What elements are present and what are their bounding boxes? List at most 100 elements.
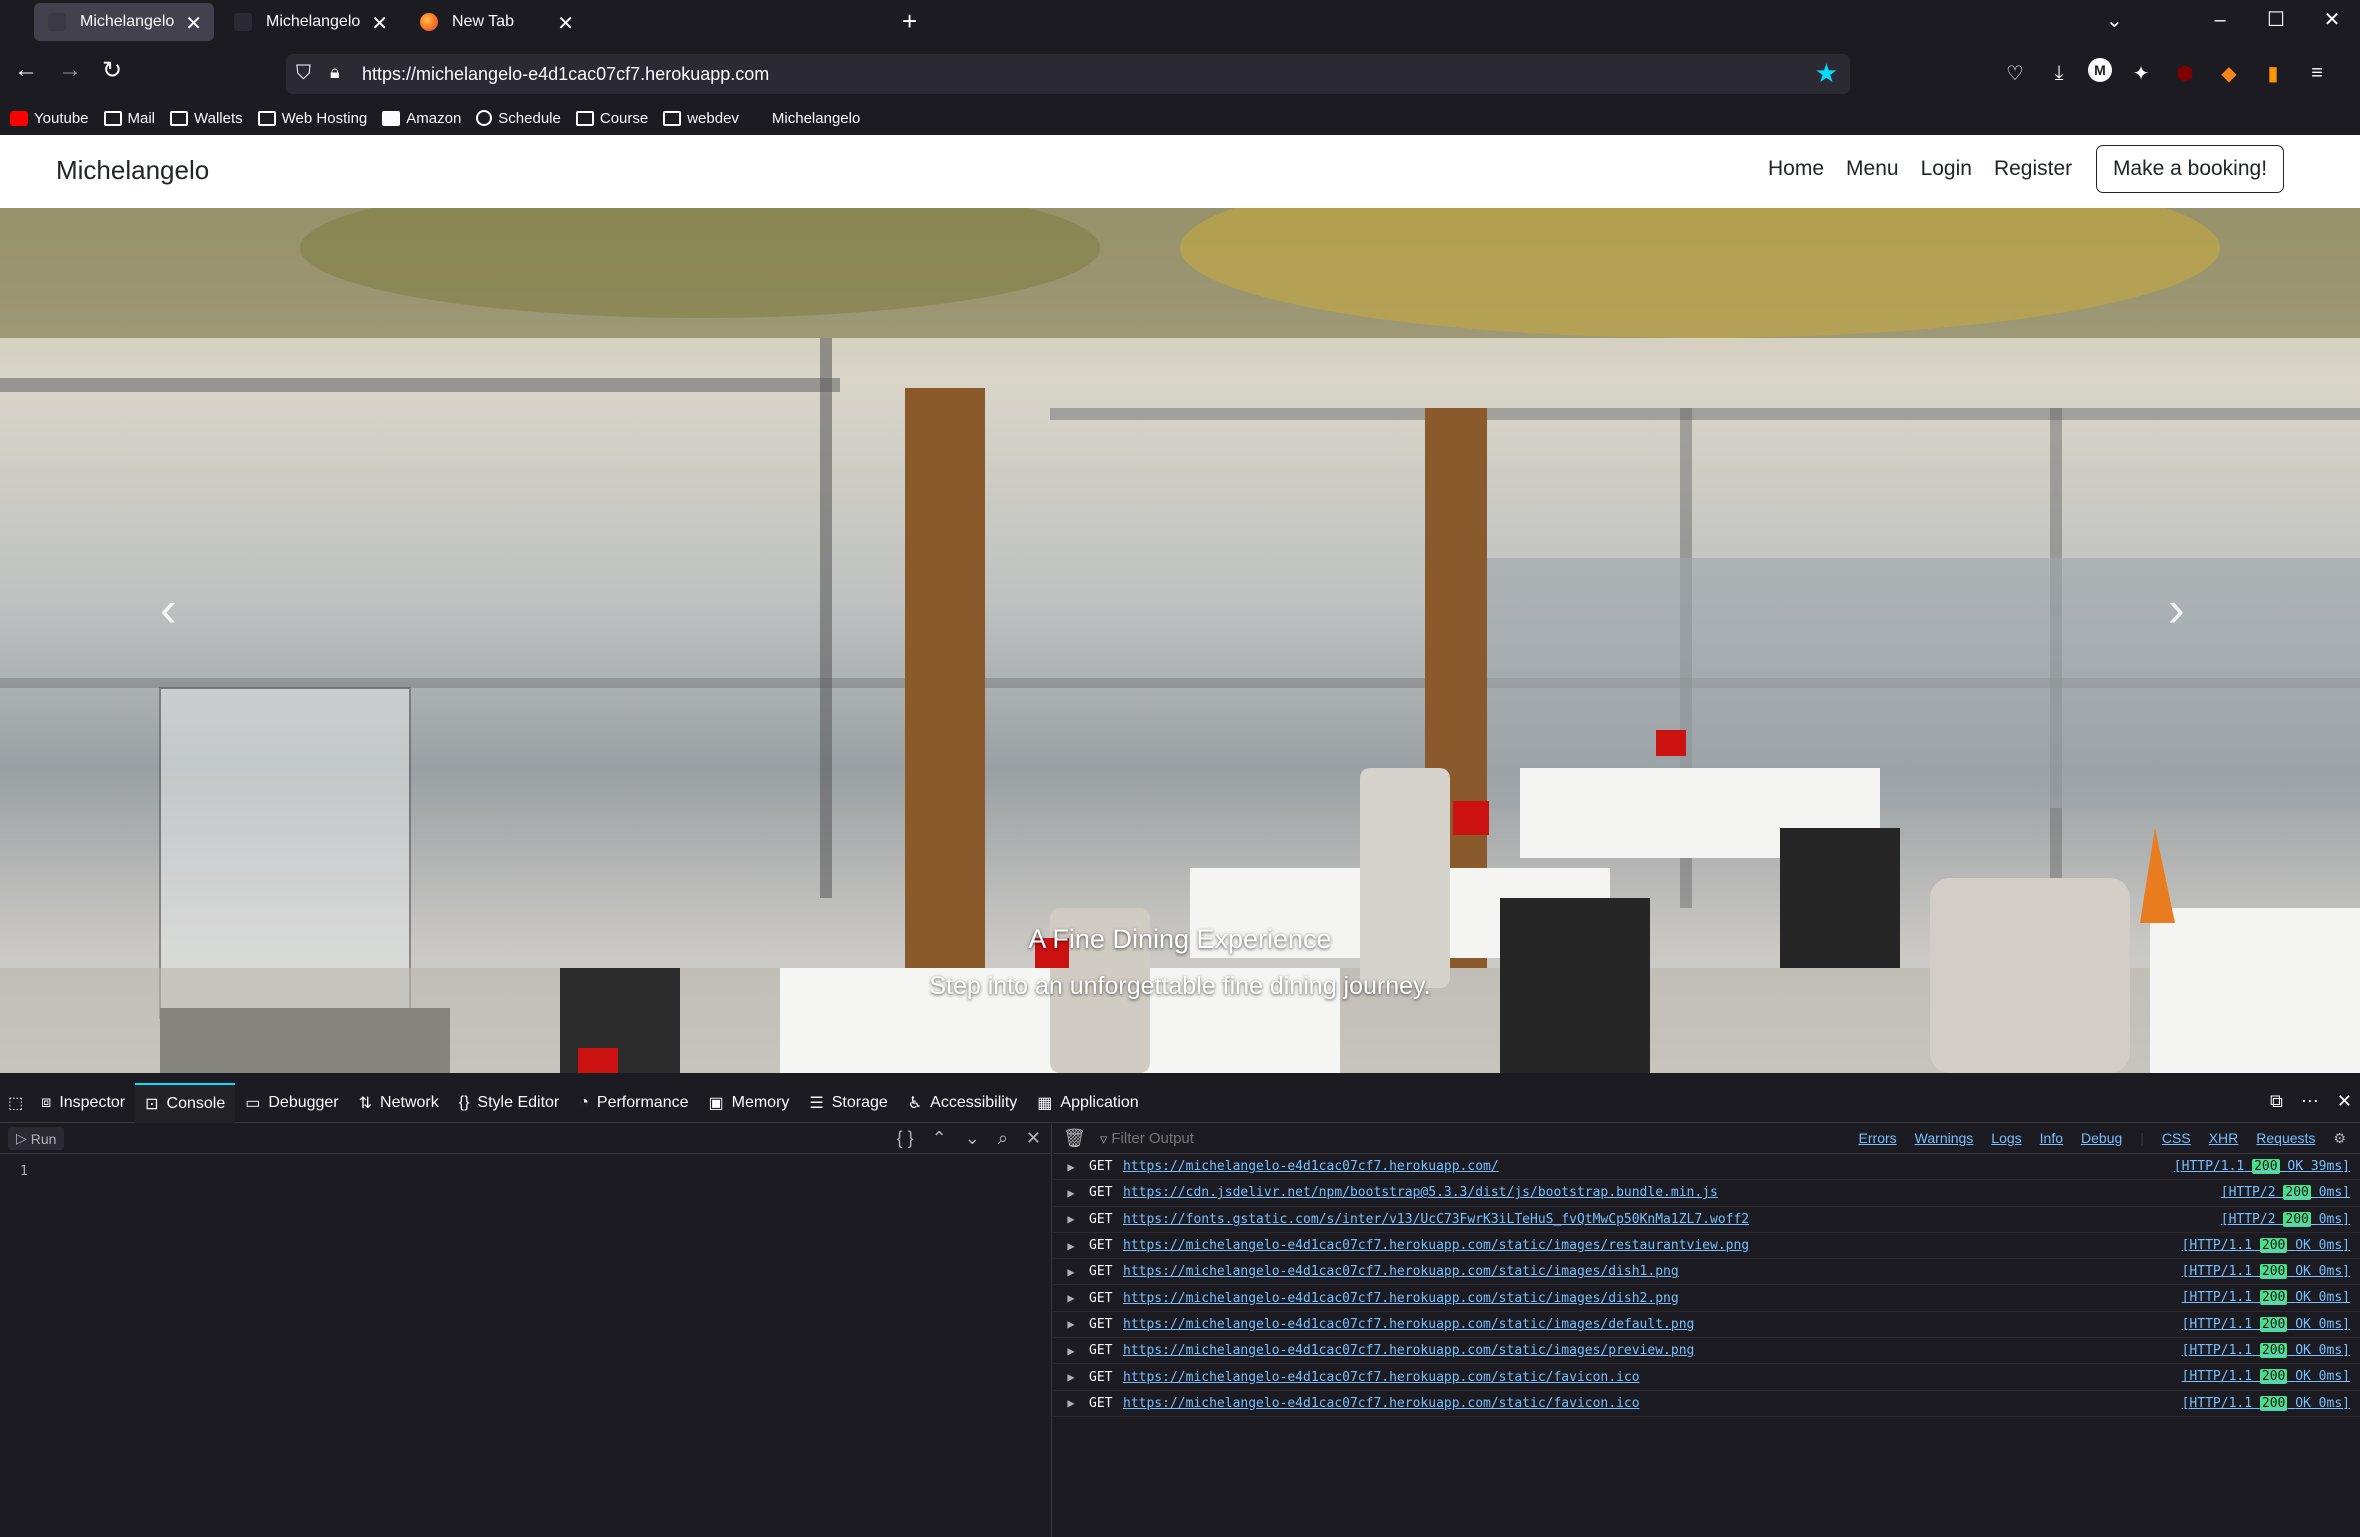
filter-errors[interactable]: Errors [1853, 1128, 1903, 1149]
close-icon[interactable]: ✕ [185, 11, 202, 36]
nav-login[interactable]: Login [1921, 157, 1972, 181]
url-bar[interactable]: ⛉ 🔒︎ https://michelangelo-e4d1cac07cf7.h… [286, 54, 1850, 94]
gear-icon[interactable]: ⚙ [2327, 1128, 2352, 1149]
more-options-icon[interactable]: ⋯ [2301, 1091, 2319, 1112]
history-up-icon[interactable]: ⌃ [932, 1128, 947, 1149]
extensions-icon[interactable]: ✦ [2126, 58, 2156, 88]
filter-warnings[interactable]: Warnings [1909, 1128, 1980, 1149]
tab-memory[interactable]: ▣ Memory [699, 1083, 800, 1123]
request-status[interactable]: [HTTP/1.1 200 OK 0ms] [2182, 1290, 2350, 1306]
metamask-icon[interactable]: ◆ [2214, 58, 2244, 88]
close-icon[interactable]: ✕ [371, 11, 388, 36]
nav-home[interactable]: Home [1768, 157, 1824, 181]
tab-new-tab[interactable]: New Tab ✕ [406, 3, 586, 41]
search-icon[interactable]: ⌕ [998, 1128, 1008, 1149]
expand-triangle-icon[interactable]: ▶ [1053, 1344, 1089, 1358]
request-status[interactable]: [HTTP/1.1 200 OK 0ms] [2182, 1343, 2350, 1359]
request-status[interactable]: [HTTP/1.1 200 OK 0ms] [2182, 1395, 2350, 1411]
filter-xhr[interactable]: XHR [2203, 1128, 2245, 1149]
tab-storage[interactable]: ☰ Storage [799, 1083, 897, 1123]
filter-debug[interactable]: Debug [2075, 1128, 2128, 1149]
tab-inspector[interactable]: ⧈ Inspector [31, 1083, 135, 1123]
close-icon[interactable]: ✕ [2337, 1091, 2352, 1112]
expand-triangle-icon[interactable]: ▶ [1053, 1212, 1089, 1226]
request-status[interactable]: [HTTP/1.1 200 OK 0ms] [2182, 1264, 2350, 1280]
request-status[interactable]: [HTTP/1.1 200 OK 0ms] [2182, 1237, 2350, 1253]
request-url[interactable]: https://michelangelo-e4d1cac07cf7.heroku… [1123, 1159, 1499, 1174]
request-status[interactable]: [HTTP/1.1 200 OK 39ms] [2174, 1159, 2350, 1174]
tab-michelangelo-active[interactable]: Michelangelo ✕ [34, 3, 214, 41]
lock-icon[interactable]: 🔒︎ [330, 62, 340, 83]
filter-css[interactable]: CSS [2156, 1128, 2197, 1149]
dock-icon[interactable]: ⧉ [2270, 1091, 2283, 1112]
expand-triangle-icon[interactable]: ▶ [1053, 1370, 1089, 1384]
tab-console[interactable]: ⊡ Console [135, 1082, 236, 1123]
expand-triangle-icon[interactable]: ▶ [1053, 1396, 1089, 1410]
tab-application[interactable]: ▦ Application [1027, 1083, 1148, 1123]
url-text[interactable]: https://michelangelo-e4d1cac07cf7.heroku… [362, 64, 769, 85]
request-url[interactable]: https://cdn.jsdelivr.net/npm/bootstrap@5… [1123, 1185, 1718, 1200]
log-row[interactable]: ▶ GET https://michelangelo-e4d1cac07cf7.he… [1053, 1391, 2360, 1417]
bookmark-webdev[interactable]: webdev [663, 110, 739, 127]
bookmark-amazon[interactable]: Amazon [382, 110, 461, 127]
close-icon[interactable]: ✕ [1026, 1128, 1041, 1149]
expand-triangle-icon[interactable]: ▶ [1053, 1291, 1089, 1305]
site-brand[interactable]: Michelangelo [56, 155, 209, 186]
nav-register[interactable]: Register [1994, 157, 2072, 181]
chevron-left-icon[interactable]: ‹ [160, 580, 177, 638]
request-url[interactable]: https://michelangelo-e4d1cac07cf7.heroku… [1123, 1291, 1679, 1306]
log-row[interactable]: ▶ GET https://michelangelo-e4d1cac07cf7.he… [1053, 1312, 2360, 1339]
honey-icon[interactable]: ▮ [2258, 58, 2288, 88]
filter-info[interactable]: Info [2034, 1128, 2069, 1149]
log-row[interactable]: ▶ GET https://michelangelo-e4d1cac07cf7.he… [1053, 1285, 2360, 1312]
request-url[interactable]: https://michelangelo-e4d1cac07cf7.heroku… [1123, 1264, 1679, 1279]
element-picker-icon[interactable]: ⬚ [0, 1083, 31, 1123]
log-row[interactable]: ▶ GET https://michelangelo-e4d1cac07cf7.he… [1053, 1154, 2360, 1181]
request-url[interactable]: https://michelangelo-e4d1cac07cf7.heroku… [1123, 1238, 1749, 1253]
request-status[interactable]: [HTTP/2 200 0ms] [2221, 1211, 2350, 1227]
log-row[interactable]: ▶ GET https://michelangelo-e4d1cac07cf7.he… [1053, 1259, 2360, 1286]
request-url[interactable]: https://michelangelo-e4d1cac07cf7.heroku… [1123, 1370, 1640, 1385]
expand-triangle-icon[interactable]: ▶ [1053, 1317, 1089, 1331]
expand-triangle-icon[interactable]: ▶ [1053, 1160, 1089, 1174]
history-down-icon[interactable]: ⌄ [965, 1128, 980, 1149]
request-url[interactable]: https://fonts.gstatic.com/s/inter/v13/Uc… [1123, 1212, 1749, 1227]
filter-requests[interactable]: Requests [2250, 1128, 2321, 1149]
expand-triangle-icon[interactable]: ▶ [1053, 1186, 1089, 1200]
request-url[interactable]: https://michelangelo-e4d1cac07cf7.heroku… [1123, 1317, 1694, 1332]
pocket-icon[interactable]: ♡ [2000, 58, 2030, 88]
chevron-down-icon[interactable]: ⌄ [2106, 8, 2123, 33]
bookmark-course[interactable]: Course [575, 110, 648, 127]
make-booking-button[interactable]: Make a booking! [2096, 145, 2284, 193]
bookmark-schedule[interactable]: Schedule [476, 110, 561, 127]
log-row[interactable]: ▶ GET https://michelangelo-e4d1cac07cf7.he… [1053, 1233, 2360, 1260]
bookmark-michelangelo[interactable]: Michelangelo [754, 110, 860, 127]
plus-icon[interactable]: + [902, 6, 917, 37]
ublock-icon[interactable]: ⬢ [2170, 58, 2200, 88]
request-status[interactable]: [HTTP/1.1 200 OK 0ms] [2182, 1369, 2350, 1385]
star-icon[interactable]: ★ [1815, 58, 1838, 89]
maximize-icon[interactable]: ☐ [2248, 0, 2304, 44]
expand-triangle-icon[interactable]: ▶ [1053, 1239, 1089, 1253]
close-icon[interactable]: ✕ [557, 11, 574, 36]
tab-debugger[interactable]: ▭ Debugger [235, 1083, 348, 1123]
back-arrow-icon[interactable]: ← [14, 56, 38, 84]
filter-logs[interactable]: Logs [1985, 1128, 2027, 1149]
forward-arrow-icon[interactable]: → [58, 56, 82, 84]
log-row[interactable]: ▶ GET https://michelangelo-e4d1cac07cf7.he… [1053, 1338, 2360, 1365]
log-row[interactable]: ▶ GET https://michelangelo-e4d1cac07cf7.he… [1053, 1364, 2360, 1391]
reload-icon[interactable]: ↻ [102, 56, 122, 85]
menu-icon[interactable]: ≡ [2302, 58, 2332, 88]
close-window-icon[interactable]: ✕ [2304, 0, 2360, 44]
tab-accessibility[interactable]: ♿︎ Accessibility [898, 1083, 1027, 1123]
download-icon[interactable]: ⤓ [2044, 58, 2074, 88]
bookmark-youtube[interactable]: Youtube [10, 110, 89, 127]
log-row[interactable]: ▶ GET https://fonts.gstatic.com/s/inter/v1… [1053, 1207, 2360, 1233]
account-icon[interactable]: M [2088, 58, 2112, 82]
nav-menu[interactable]: Menu [1846, 157, 1899, 181]
bookmark-web-hosting[interactable]: Web Hosting [257, 110, 367, 127]
request-url[interactable]: https://michelangelo-e4d1cac07cf7.heroku… [1123, 1343, 1694, 1358]
tab-performance[interactable]: ◔ Performance [569, 1083, 698, 1123]
console-editor[interactable]: ▷ Run { } ⌃ ⌄ ⌕ ✕ 1 [0, 1124, 1052, 1537]
trash-icon[interactable]: 🗑︎ [1063, 1128, 1086, 1149]
